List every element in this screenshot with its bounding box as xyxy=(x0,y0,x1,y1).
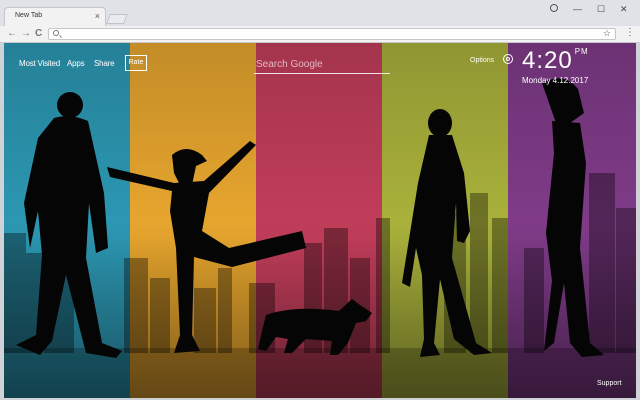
new-tab-button[interactable] xyxy=(106,14,128,24)
back-icon[interactable]: ← xyxy=(7,28,17,40)
clock-date: Monday 4.12.2017 xyxy=(522,76,589,85)
tab-new-tab[interactable]: New Tab × xyxy=(4,7,106,26)
reload-icon[interactable]: C xyxy=(35,28,42,40)
browser-menu-icon[interactable]: ⋮ xyxy=(625,27,635,39)
profile-icon[interactable] xyxy=(550,4,558,12)
search-input[interactable] xyxy=(254,55,390,74)
browser-toolbar: ← → C ☆ ⋮ xyxy=(0,26,640,43)
bookmark-star-icon[interactable]: ☆ xyxy=(603,28,611,39)
forward-icon[interactable]: → xyxy=(21,28,31,40)
wallpaper-silhouettes xyxy=(4,43,636,398)
apps-link[interactable]: Apps xyxy=(67,59,85,68)
new-tab-page: Most Visited Apps Share Rate Options 4:2… xyxy=(4,43,636,398)
search-icon xyxy=(53,30,59,36)
gear-icon[interactable] xyxy=(503,54,513,64)
maximize-icon[interactable]: ☐ xyxy=(597,3,605,15)
tab-close-icon[interactable]: × xyxy=(95,11,100,21)
clock-ampm: PM xyxy=(574,47,589,56)
minimize-icon[interactable]: — xyxy=(573,3,582,15)
close-window-icon[interactable]: ✕ xyxy=(620,3,628,15)
rate-button[interactable]: Rate xyxy=(125,55,147,71)
clock-time-value: 4:20 xyxy=(522,47,573,74)
tab-title: New Tab xyxy=(15,12,43,19)
most-visited-link[interactable]: Most Visited xyxy=(19,59,60,68)
address-bar[interactable]: ☆ xyxy=(48,28,616,40)
options-link[interactable]: Options xyxy=(470,57,494,64)
support-link[interactable]: Support xyxy=(597,380,622,387)
clock-time: 4:20 PM xyxy=(522,47,589,75)
share-link[interactable]: Share xyxy=(94,59,115,68)
tab-strip: New Tab × — ☐ ✕ xyxy=(0,0,640,26)
